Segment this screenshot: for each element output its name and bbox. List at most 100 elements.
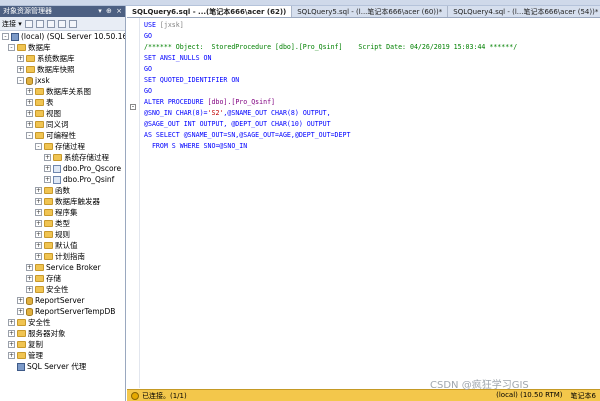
folder-icon xyxy=(17,330,26,337)
tree-node[interactable]: + 系统数据库 xyxy=(0,53,125,64)
collapse-icon[interactable]: - xyxy=(2,33,9,40)
tree-node[interactable]: - 数据库 xyxy=(0,42,125,53)
tree-node[interactable]: + 函数 xyxy=(0,185,125,196)
expand-icon[interactable]: + xyxy=(35,187,42,194)
collapse-icon[interactable]: - xyxy=(8,44,15,51)
tree-node[interactable]: + 数据库快照 xyxy=(0,64,125,75)
expand-icon[interactable]: + xyxy=(35,209,42,216)
outline-collapse-icon[interactable]: - xyxy=(130,104,136,110)
code-token: FROM S WHERE xyxy=(144,142,204,150)
tree-node[interactable]: - 存储过程 xyxy=(0,141,125,152)
tree-node[interactable]: + 视图 xyxy=(0,108,125,119)
code-token: [jxsk] xyxy=(159,21,184,29)
code-area[interactable]: USE [jxsk] GO/****** Object: StoredProced… xyxy=(144,20,517,152)
expand-icon[interactable]: + xyxy=(26,110,33,117)
expand-icon[interactable]: + xyxy=(17,308,24,315)
expand-icon[interactable]: + xyxy=(26,264,33,271)
tree-node[interactable]: + 管理 xyxy=(0,350,125,361)
tree-node[interactable]: + 计划指南 xyxy=(0,251,125,262)
connect-button[interactable]: 连接 ▾ xyxy=(2,19,22,29)
query-editor[interactable]: - USE [jxsk] GO/****** Object: StoredProc… xyxy=(127,18,600,388)
status-server: (local) (10.50 RTM) xyxy=(496,390,563,399)
tree-node[interactable]: + 存储 xyxy=(0,273,125,284)
tree-node[interactable]: + ReportServer xyxy=(0,295,125,306)
tree-node-label: 数据库触发器 xyxy=(55,197,100,206)
expand-icon[interactable]: + xyxy=(35,253,42,260)
expand-icon[interactable]: + xyxy=(26,275,33,282)
expand-icon[interactable]: + xyxy=(8,319,15,326)
tab-1[interactable]: SQLQuery6.sql - ...(笔记本666\acer (62)) xyxy=(127,6,293,17)
collapse-icon[interactable]: - xyxy=(35,143,42,150)
folder-icon xyxy=(35,99,44,106)
code-line: GO xyxy=(144,86,517,97)
expand-icon[interactable]: + xyxy=(26,99,33,106)
tab-2[interactable]: SQLQuery5.sql - (l...笔记本666\acer (60))* xyxy=(292,6,449,17)
expand-icon[interactable]: + xyxy=(26,88,33,95)
tree-node[interactable]: + 服务器对象 xyxy=(0,328,125,339)
tree-node[interactable]: + 同义词 xyxy=(0,119,125,130)
tree-node-label: 系统存储过程 xyxy=(64,153,109,162)
tree-node[interactable]: + 系统存储过程 xyxy=(0,152,125,163)
expand-icon[interactable]: + xyxy=(44,154,51,161)
folder-icon xyxy=(26,55,35,62)
tree-node[interactable]: SQL Server 代理 xyxy=(0,361,125,372)
tree-node[interactable]: + Service Broker xyxy=(0,262,125,273)
expand-icon[interactable]: + xyxy=(35,198,42,205)
tree-node[interactable]: + 表 xyxy=(0,97,125,108)
tree-node[interactable]: + dbo.Pro_Qscore xyxy=(0,163,125,174)
editor-gutter xyxy=(127,18,140,388)
folder-icon xyxy=(35,121,44,128)
tree-node[interactable]: + 安全性 xyxy=(0,284,125,295)
expand-icon[interactable]: + xyxy=(26,286,33,293)
explorer-tree: - 数据库 + 系统数据库 + 数据库快照 - jxsk + 数据库关系图 + 表 + 视图 + 同义词 - 可编… xyxy=(0,42,125,372)
tree-node[interactable]: + 数据库关系图 xyxy=(0,86,125,97)
collapse-icon[interactable]: - xyxy=(26,132,33,139)
tree-node[interactable]: + ReportServerTempDB xyxy=(0,306,125,317)
refresh-icon[interactable] xyxy=(68,19,77,28)
disconnect-icon[interactable] xyxy=(35,19,44,28)
tree-node[interactable]: + 规则 xyxy=(0,229,125,240)
expand-icon[interactable] xyxy=(8,363,15,370)
tab-3[interactable]: SQLQuery4.sql - (l...笔记本666\acer (54))* xyxy=(448,6,600,17)
status-bar: 已连接。(1/1) (local) (10.50 RTM) 笔记本6 xyxy=(127,389,600,401)
tree-node[interactable]: + 程序集 xyxy=(0,207,125,218)
tree-node[interactable]: + 默认值 xyxy=(0,240,125,251)
server-node[interactable]: - (local) (SQL Server 10.50.1600 - 笔记本 xyxy=(0,31,125,42)
expand-icon[interactable]: + xyxy=(17,55,24,62)
explorer-toolbar: 连接 ▾ xyxy=(0,17,125,31)
expand-icon[interactable]: + xyxy=(35,220,42,227)
tree-node[interactable]: + 复制 xyxy=(0,339,125,350)
tree-node[interactable]: + 数据库触发器 xyxy=(0,196,125,207)
expand-icon[interactable]: + xyxy=(17,66,24,73)
object-explorer-title: 对象资源管理器 xyxy=(3,7,52,15)
code-line: AS SELECT @SNAME_OUT=SN,@SAGE_OUT=AGE,@D… xyxy=(144,130,517,141)
tree-node[interactable]: + dbo.Pro_Qsinf xyxy=(0,174,125,185)
expand-icon[interactable]: + xyxy=(35,231,42,238)
folder-icon xyxy=(44,187,53,194)
expand-icon[interactable]: + xyxy=(26,121,33,128)
filter-icon[interactable] xyxy=(57,19,66,28)
tree-node[interactable]: + 安全性 xyxy=(0,317,125,328)
code-token: SET QUOTED_IDENTIFIER ON xyxy=(144,76,240,84)
tree-node-label: 数据库快照 xyxy=(37,65,75,74)
tree-node-label: 数据库关系图 xyxy=(46,87,91,96)
proc-icon xyxy=(53,175,61,184)
stop-icon[interactable] xyxy=(46,19,55,28)
tree-node-label: 程序集 xyxy=(55,208,78,217)
expand-icon[interactable]: + xyxy=(8,330,15,337)
expand-icon[interactable]: + xyxy=(8,341,15,348)
connect-icon[interactable] xyxy=(24,19,33,28)
tree-node[interactable]: - jxsk xyxy=(0,75,125,86)
folder-icon xyxy=(35,110,44,117)
panel-controls[interactable]: ▾ ⊕ × xyxy=(98,6,125,17)
code-line: /****** Object: StoredProcedure [dbo].[P… xyxy=(144,42,517,53)
expand-icon[interactable]: + xyxy=(44,165,51,172)
expand-icon[interactable]: + xyxy=(17,297,24,304)
expand-icon[interactable]: + xyxy=(8,352,15,359)
expand-icon[interactable]: + xyxy=(35,242,42,249)
tree-node[interactable]: - 可编程性 xyxy=(0,130,125,141)
tree-node[interactable]: + 类型 xyxy=(0,218,125,229)
collapse-icon[interactable]: - xyxy=(17,77,24,84)
expand-icon[interactable]: + xyxy=(44,176,51,183)
code-token: @SNAME_OUT=SN,@SAGE_OUT=AGE,@DEPT_OUT=DE… xyxy=(183,131,351,139)
